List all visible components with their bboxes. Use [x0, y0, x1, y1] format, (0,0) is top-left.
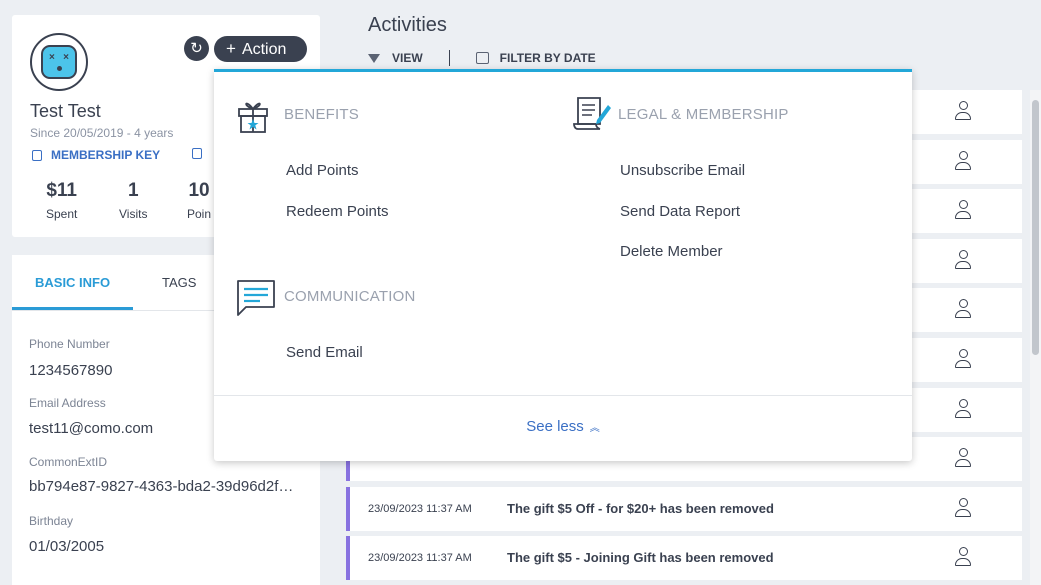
stat-visits: 1 Visits [119, 180, 147, 221]
activity-row[interactable]: 23/09/2023 11:37 AM The gift $5 - Joining… [346, 536, 1022, 581]
tab-tags[interactable]: TAGS [162, 275, 196, 290]
membership-key-link[interactable]: MEMBERSHIP KEY [32, 148, 160, 162]
secondary-key-link[interactable] [192, 148, 206, 159]
divider [214, 395, 912, 396]
activity-row[interactable]: 23/09/2023 11:37 AM The gift $5 Off - for… [346, 486, 1022, 531]
copy-icon [192, 148, 202, 159]
user-icon[interactable] [955, 101, 971, 121]
view-button[interactable]: VIEW [392, 51, 423, 65]
communication-title: COMMUNICATION [284, 288, 416, 305]
redeem-points-item[interactable]: Redeem Points [286, 203, 389, 220]
gift-icon [238, 102, 268, 133]
add-points-item[interactable]: Add Points [286, 162, 359, 179]
stat-value: $11 [46, 180, 77, 201]
user-icon[interactable] [955, 349, 971, 369]
activity-date: 23/09/2023 11:37 AM [368, 502, 472, 515]
legal-membership-title: LEGAL & MEMBERSHIP [618, 106, 789, 123]
activity-message: The gift $5 Off - for $20+ has been remo… [507, 500, 774, 516]
stat-label: Visits [119, 207, 148, 221]
tab-basic-info[interactable]: BASIC INFO [35, 275, 110, 290]
delete-member-item[interactable]: Delete Member [620, 243, 723, 260]
robot-face-icon: × × [41, 45, 77, 79]
birthday-label: Birthday [29, 514, 74, 528]
scroll-document-icon [573, 97, 611, 130]
user-icon[interactable] [955, 299, 971, 319]
benefits-title: BENEFITS [284, 106, 359, 123]
phone-label: Phone Number [29, 337, 110, 351]
membership-key-label: MEMBERSHIP KEY [51, 148, 161, 162]
copy-icon [32, 149, 42, 161]
common-ext-id-value: bb794e87-9827-4363-bda2-39d96d2f… [29, 478, 294, 495]
common-ext-id-label: CommonExtID [29, 455, 108, 469]
plus-icon: + [226, 39, 236, 58]
activities-toolbar: VIEW FILTER BY DATE [368, 50, 596, 66]
user-icon[interactable] [955, 150, 971, 171]
send-data-report-item[interactable]: Send Data Report [620, 203, 740, 220]
member-since: Since 20/05/2019 - 4 years [30, 126, 174, 140]
chevron-up-icon: ︽ [589, 423, 600, 434]
user-icon[interactable] [955, 200, 971, 220]
birthday-value: 01/03/2005 [29, 538, 105, 555]
user-icon[interactable] [955, 448, 971, 468]
member-name: Test Test [30, 101, 101, 121]
scrollbar-thumb[interactable] [1032, 100, 1039, 355]
action-dropdown: BENEFITS Add Points Redeem Points LEGAL … [214, 69, 912, 461]
stat-value: 10 [188, 180, 210, 201]
toolbar-separator [448, 50, 450, 66]
refresh-button[interactable]: ↻ [184, 36, 209, 61]
stat-spent: $11 Spent [46, 180, 77, 221]
stat-label: Spent [46, 207, 78, 221]
user-icon[interactable] [955, 249, 971, 270]
filter-by-date-button[interactable]: FILTER BY DATE [500, 51, 596, 65]
action-button[interactable]: + Action [214, 36, 307, 62]
stat-points: 10 Poin [187, 180, 211, 221]
stat-value: 1 [127, 180, 139, 201]
unsubscribe-email-item[interactable]: Unsubscribe Email [620, 162, 745, 179]
avatar: × × [30, 33, 88, 91]
calendar-icon [475, 52, 489, 64]
action-label: Action [241, 41, 287, 58]
activities-title: Activities [368, 14, 447, 36]
user-icon[interactable] [955, 398, 971, 419]
refresh-icon: ↻ [190, 40, 203, 57]
see-less-label: See less [526, 418, 584, 435]
see-less-button[interactable]: See less ︽ [214, 418, 912, 435]
user-icon[interactable] [955, 497, 971, 518]
stat-label: Poin [187, 207, 212, 221]
activity-date: 23/09/2023 11:37 AM [368, 552, 472, 565]
filter-icon [368, 53, 380, 63]
send-email-item[interactable]: Send Email [286, 344, 363, 361]
user-icon[interactable] [955, 547, 971, 567]
activity-message: The gift $5 - Joining Gift has been remo… [507, 550, 774, 566]
email-label: Email Address [29, 396, 106, 410]
chat-message-icon [237, 280, 275, 316]
